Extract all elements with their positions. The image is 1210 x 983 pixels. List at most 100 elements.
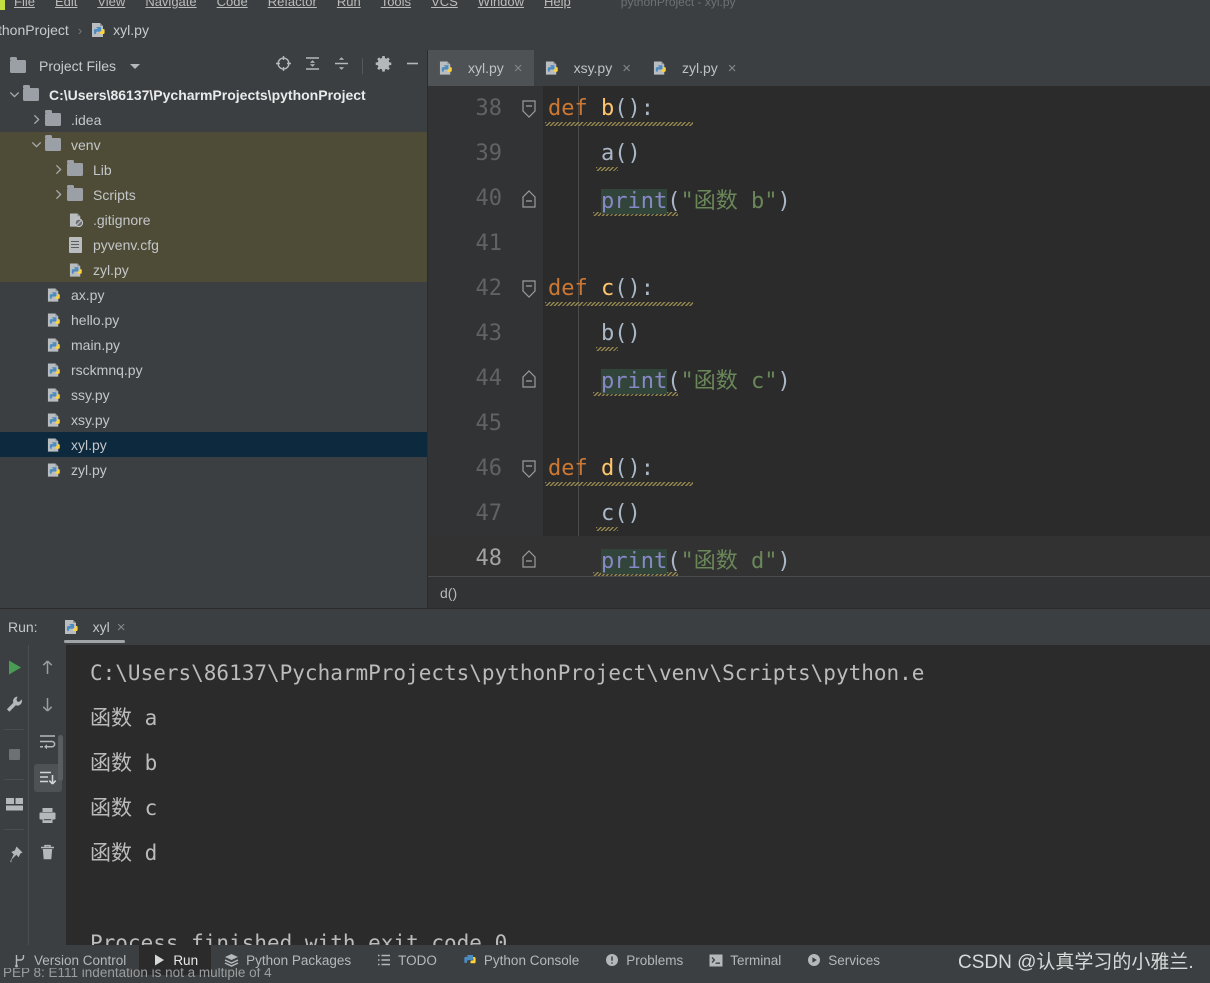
- console-scrollbar[interactable]: [58, 735, 63, 781]
- expand-all-icon[interactable]: [304, 55, 321, 77]
- tree-row[interactable]: venv: [0, 132, 427, 157]
- tree-row[interactable]: ax.py: [0, 282, 427, 307]
- run-config-tab[interactable]: xyl ×: [56, 609, 134, 645]
- chevron-down-icon[interactable]: [28, 139, 44, 150]
- code-line[interactable]: 38 def b():: [428, 86, 1210, 131]
- close-icon[interactable]: ×: [514, 60, 523, 77]
- editor-tab[interactable]: zyl.py ×: [642, 50, 748, 86]
- status-bar-item-problems[interactable]: Problems: [592, 945, 696, 975]
- breadcrumb-project[interactable]: thonProject: [0, 22, 69, 38]
- settings-gear-icon[interactable]: [375, 55, 392, 77]
- chevron-right-icon[interactable]: [50, 189, 66, 200]
- menu-vcs[interactable]: VCS: [421, 0, 468, 10]
- tree-row[interactable]: zyl.py: [0, 257, 427, 282]
- tree-row[interactable]: Scripts: [0, 182, 427, 207]
- inspection-squiggle: [596, 347, 618, 351]
- run-console-output[interactable]: C:\Users\86137\PycharmProjects\pythonPro…: [66, 645, 1210, 945]
- close-icon[interactable]: ×: [117, 619, 126, 636]
- close-icon[interactable]: ×: [622, 60, 631, 77]
- tree-row-label: xsy.py: [71, 411, 110, 428]
- tree-row[interactable]: hello.py: [0, 307, 427, 332]
- code-line[interactable]: 39 a(): [428, 131, 1210, 176]
- code-line[interactable]: 45: [428, 401, 1210, 446]
- code-line[interactable]: 48 print("函数 d"): [428, 536, 1210, 581]
- collapse-all-icon[interactable]: [333, 55, 350, 77]
- menu-file[interactable]: File: [4, 0, 45, 10]
- tree-row-label: zyl.py: [93, 261, 129, 278]
- tree-row[interactable]: ssy.py: [0, 382, 427, 407]
- tree-row-label: .gitignore: [93, 211, 151, 228]
- run-button[interactable]: [0, 653, 28, 681]
- line-number: 39: [475, 141, 503, 166]
- tree-row[interactable]: xyl.py: [0, 432, 427, 457]
- minimize-icon[interactable]: [404, 55, 421, 77]
- breadcrumb-file[interactable]: xyl.py: [113, 22, 149, 38]
- menu-help[interactable]: Help: [534, 0, 581, 10]
- settings-wrench-icon[interactable]: [0, 690, 28, 718]
- code-lines[interactable]: 38 def b(): 39 a() 40 print("函数 b") 41 42 def …: [428, 86, 1210, 608]
- python-icon: [463, 953, 477, 967]
- tree-row-label: .idea: [71, 111, 102, 128]
- tree-row[interactable]: pyvenv.cfg: [0, 232, 427, 257]
- code-fold-icon[interactable]: [514, 279, 543, 299]
- layout-button[interactable]: [0, 790, 28, 818]
- menu-view[interactable]: View: [87, 0, 135, 10]
- code-fold-icon[interactable]: [514, 459, 543, 479]
- code-line[interactable]: 40 print("函数 b"): [428, 176, 1210, 221]
- code-line[interactable]: 47 c(): [428, 491, 1210, 536]
- python-file-icon: [91, 22, 107, 38]
- menu-code[interactable]: Code: [207, 0, 258, 10]
- tree-row[interactable]: rsckmnq.py: [0, 357, 427, 382]
- tree-row[interactable]: C:\Users\86137\PycharmProjects\pythonPro…: [0, 82, 427, 107]
- scroll-down-button[interactable]: [34, 690, 62, 718]
- menu-items[interactable]: File Edit View Navigate Code Refactor Run Tools…: [0, 0, 736, 10]
- project-file-tree[interactable]: C:\Users\86137\PycharmProjects\pythonPro…: [0, 82, 427, 608]
- chevron-down-icon[interactable]: [130, 63, 141, 69]
- editor-status-strip: d(): [428, 576, 1210, 608]
- editor-tabs[interactable]: xyl.py × xsy.py × zyl.py ×: [428, 50, 1210, 86]
- status-bar-item-services[interactable]: Services: [794, 945, 893, 975]
- menu-edit[interactable]: Edit: [45, 0, 87, 10]
- code-fold-icon[interactable]: [514, 369, 543, 389]
- line-number: 42: [475, 276, 503, 301]
- code-fold-icon[interactable]: [514, 549, 543, 569]
- chevron-right-icon[interactable]: [50, 164, 66, 175]
- chevron-down-icon[interactable]: [6, 89, 22, 100]
- code-fold-icon[interactable]: [514, 189, 543, 209]
- run-toolbar-left[interactable]: [0, 645, 28, 945]
- status-bar-item-terminal[interactable]: Terminal: [696, 945, 794, 975]
- code-line[interactable]: 43 b(): [428, 311, 1210, 356]
- stop-button[interactable]: [0, 740, 28, 768]
- tree-row[interactable]: .idea: [0, 107, 427, 132]
- run-panel-header: Run: xyl ×: [0, 609, 1210, 645]
- tree-row[interactable]: Lib: [0, 157, 427, 182]
- folder-icon: [23, 85, 39, 101]
- tree-row[interactable]: zyl.py: [0, 457, 427, 482]
- menu-tools[interactable]: Tools: [371, 0, 421, 10]
- chevron-right-icon[interactable]: [28, 114, 44, 125]
- code-fold-icon[interactable]: [514, 99, 543, 119]
- run-toolbar-right[interactable]: [28, 645, 66, 945]
- tree-row[interactable]: .gitignore: [0, 207, 427, 232]
- code-line[interactable]: 44 print("函数 c"): [428, 356, 1210, 401]
- tree-row[interactable]: xsy.py: [0, 407, 427, 432]
- print-button[interactable]: [34, 801, 62, 829]
- code-line[interactable]: 42 def c():: [428, 266, 1210, 311]
- menu-refactor[interactable]: Refactor: [258, 0, 327, 10]
- pin-button[interactable]: [0, 840, 28, 868]
- editor-tab[interactable]: xsy.py ×: [534, 50, 642, 86]
- menu-window[interactable]: Window: [468, 0, 534, 10]
- code-editor[interactable]: 38 def b(): 39 a() 40 print("函数 b") 41 42 def …: [428, 86, 1210, 608]
- tree-row[interactable]: main.py: [0, 332, 427, 357]
- scroll-up-button[interactable]: [34, 653, 62, 681]
- code-line[interactable]: 41: [428, 221, 1210, 266]
- clear-all-button[interactable]: [34, 838, 62, 866]
- menu-run[interactable]: Run: [327, 0, 371, 10]
- inspection-squiggle: [596, 527, 618, 531]
- editor-tab[interactable]: xyl.py ×: [428, 50, 534, 86]
- close-icon[interactable]: ×: [728, 60, 737, 77]
- project-panel-title[interactable]: Project Files: [39, 58, 116, 74]
- locate-icon[interactable]: [275, 55, 292, 77]
- menu-navigate[interactable]: Navigate: [135, 0, 206, 10]
- code-line[interactable]: 46 def d():: [428, 446, 1210, 491]
